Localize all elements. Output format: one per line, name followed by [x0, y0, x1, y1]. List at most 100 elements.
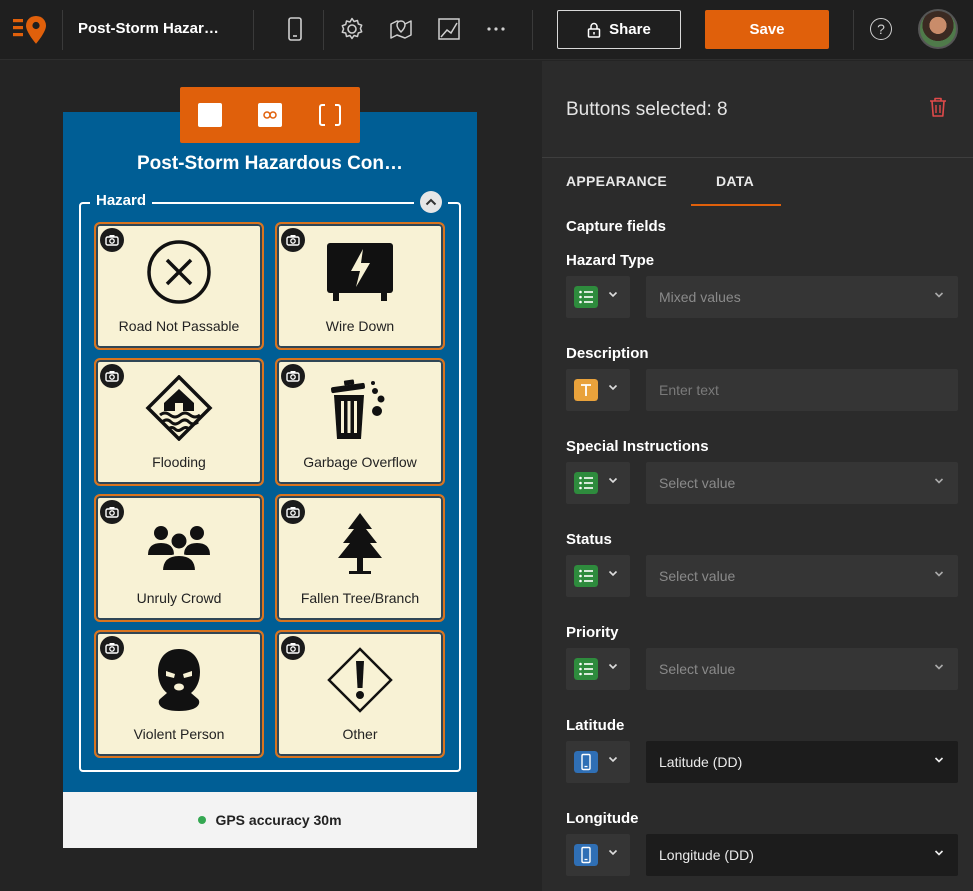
- camera-icon[interactable]: [281, 636, 305, 660]
- tile-label: Fallen Tree/Branch: [300, 590, 420, 606]
- device-icon: [574, 844, 598, 866]
- tile-fallen-tree-branch[interactable]: Fallen Tree/Branch: [275, 494, 445, 622]
- chevron-down-icon: [608, 477, 618, 484]
- longitude-select[interactable]: Longitude (DD): [646, 834, 958, 876]
- latitude-select[interactable]: Latitude (DD): [646, 741, 958, 783]
- list-icon: [574, 565, 598, 587]
- tile-label: Unruly Crowd: [136, 590, 222, 606]
- select-value: Select value: [659, 568, 736, 584]
- field-type-selector[interactable]: [566, 276, 630, 318]
- tile-road-not-passable[interactable]: Road Not Passable: [94, 222, 264, 350]
- field-type-selector[interactable]: [566, 462, 630, 504]
- help-icon[interactable]: ?: [870, 18, 892, 40]
- tab-appearance[interactable]: APPEARANCE: [566, 173, 667, 189]
- camera-icon[interactable]: [100, 228, 124, 252]
- map-pin-icon[interactable]: [388, 16, 414, 42]
- status-select[interactable]: Select value: [646, 555, 958, 597]
- description-input[interactable]: Enter text: [646, 369, 958, 411]
- chevron-down-icon: [608, 570, 618, 577]
- special-instructions-select[interactable]: Select value: [646, 462, 958, 504]
- select-button-icon[interactable]: [198, 103, 222, 127]
- tile-label: Flooding: [152, 454, 206, 470]
- field-label: Status: [566, 531, 612, 548]
- camera-icon[interactable]: [281, 364, 305, 388]
- camera-icon[interactable]: [281, 500, 305, 524]
- field-label: Longitude: [566, 810, 639, 827]
- frame-icon[interactable]: [318, 103, 342, 127]
- more-options-icon[interactable]: [483, 16, 509, 42]
- list-icon: [574, 658, 598, 680]
- crowd-icon: [148, 526, 210, 572]
- field-type-selector[interactable]: [566, 741, 630, 783]
- tree-icon: [338, 513, 382, 574]
- capture-fields-heading: Capture fields: [566, 218, 667, 235]
- field-label: Priority: [566, 624, 619, 641]
- chevron-down-icon: [608, 756, 618, 763]
- select-value: Latitude (DD): [659, 754, 743, 770]
- top-bar: Post-Storm Hazar… Share Save ?: [0, 0, 973, 60]
- tile-label: Road Not Passable: [118, 318, 240, 334]
- app-logo-icon[interactable]: [12, 14, 48, 46]
- preview-form-title: Post-Storm Hazardous Con…: [136, 153, 404, 174]
- tile-flooding[interactable]: Flooding: [94, 358, 264, 486]
- flood-icon: [145, 375, 213, 441]
- tile-other[interactable]: Other: [275, 630, 445, 758]
- field-type-selector[interactable]: [566, 555, 630, 597]
- gps-status-bar: GPS accuracy 30m: [63, 792, 477, 848]
- chevron-up-icon: [425, 198, 437, 206]
- field-type-selector[interactable]: [566, 834, 630, 876]
- select-value: Mixed values: [659, 289, 741, 305]
- text-icon: [574, 379, 598, 401]
- list-icon: [574, 286, 598, 308]
- field-label: Latitude: [566, 717, 625, 734]
- tile-wire-down[interactable]: Wire Down: [275, 222, 445, 350]
- hazard-group-label: Hazard: [90, 192, 153, 209]
- camera-icon[interactable]: [281, 228, 305, 252]
- mobile-preview-icon[interactable]: [282, 16, 308, 42]
- chevron-down-icon: [608, 291, 618, 298]
- active-tab-indicator: [691, 204, 781, 206]
- delete-icon[interactable]: [928, 96, 948, 118]
- gps-accuracy-text: GPS accuracy 30m: [215, 812, 342, 828]
- chevron-down-icon: [934, 292, 944, 298]
- camera-icon[interactable]: [100, 500, 124, 524]
- field-label: Special Instructions: [566, 438, 709, 455]
- input-placeholder: Enter text: [659, 382, 719, 398]
- form-title: Post-Storm Hazar…: [78, 20, 219, 37]
- tile-garbage-overflow[interactable]: Garbage Overflow: [275, 358, 445, 486]
- field-label: Hazard Type: [566, 252, 655, 269]
- chevron-down-icon: [608, 384, 618, 391]
- link-button[interactable]: [258, 103, 282, 127]
- link-icon: [263, 111, 277, 119]
- field-type-selector[interactable]: [566, 648, 630, 690]
- chevron-down-icon: [608, 849, 618, 856]
- lock-icon: [587, 22, 601, 38]
- trash-icon: [331, 379, 385, 439]
- avatar[interactable]: [918, 9, 958, 49]
- select-value: Longitude (DD): [659, 847, 754, 863]
- save-button[interactable]: Save: [705, 10, 829, 49]
- priority-select[interactable]: Select value: [646, 648, 958, 690]
- chevron-down-icon: [934, 571, 944, 577]
- chevron-down-icon: [934, 850, 944, 856]
- selection-count: Buttons selected: 8: [566, 99, 728, 120]
- no-entry-icon: [147, 240, 211, 304]
- tab-data[interactable]: DATA: [716, 173, 754, 189]
- collapse-group-button[interactable]: [420, 191, 442, 213]
- map-edit-icon[interactable]: [436, 16, 462, 42]
- power-box-icon: [327, 243, 393, 301]
- tile-violent-person[interactable]: Violent Person: [94, 630, 264, 758]
- tile-unruly-crowd[interactable]: Unruly Crowd: [94, 494, 264, 622]
- device-icon: [574, 751, 598, 773]
- share-button[interactable]: Share: [557, 10, 681, 49]
- camera-icon[interactable]: [100, 636, 124, 660]
- field-label: Description: [566, 345, 649, 362]
- tile-label: Wire Down: [325, 318, 395, 334]
- hazard-type-select[interactable]: Mixed values: [646, 276, 958, 318]
- field-type-selector[interactable]: [566, 369, 630, 411]
- chevron-down-icon: [934, 664, 944, 670]
- tile-label: Garbage Overflow: [303, 454, 417, 470]
- camera-icon[interactable]: [100, 364, 124, 388]
- gear-icon[interactable]: [339, 16, 365, 42]
- gps-status-dot-icon: [198, 816, 207, 824]
